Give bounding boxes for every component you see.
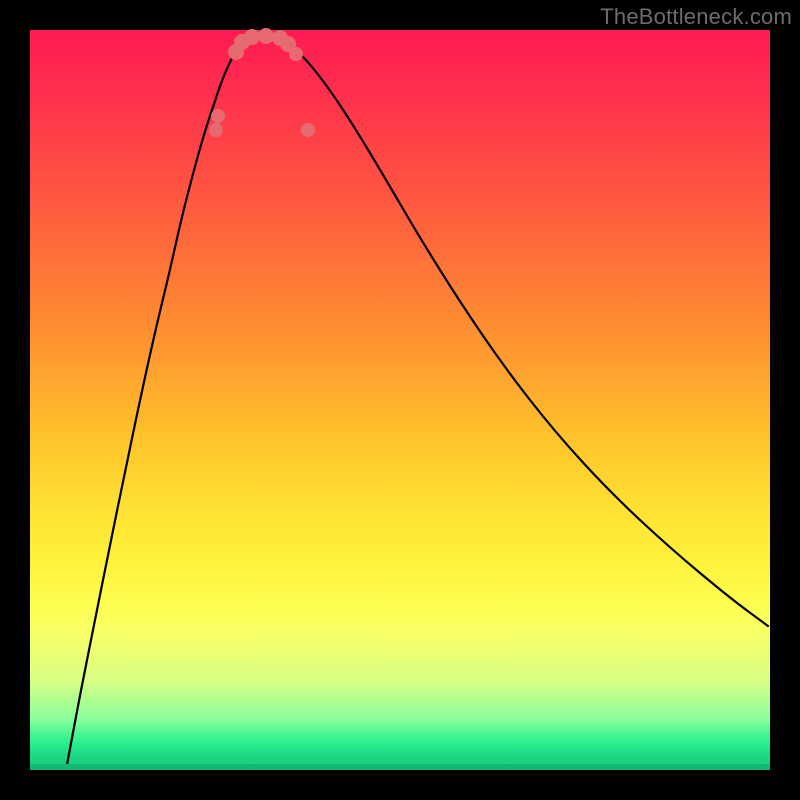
- curve-right-branch: [286, 42, 768, 626]
- curve-left-branch: [66, 42, 242, 770]
- marker-dot: [301, 123, 315, 137]
- marker-dot: [289, 47, 303, 61]
- marker-dot: [258, 28, 274, 44]
- marker-dot: [244, 29, 260, 45]
- marker-dot-layer: [209, 28, 315, 137]
- marker-dot: [209, 123, 223, 137]
- bottleneck-curve: [30, 30, 770, 770]
- chart-plot-area: [30, 30, 770, 770]
- watermark-text: TheBottleneck.com: [600, 4, 792, 30]
- marker-dot: [211, 109, 225, 123]
